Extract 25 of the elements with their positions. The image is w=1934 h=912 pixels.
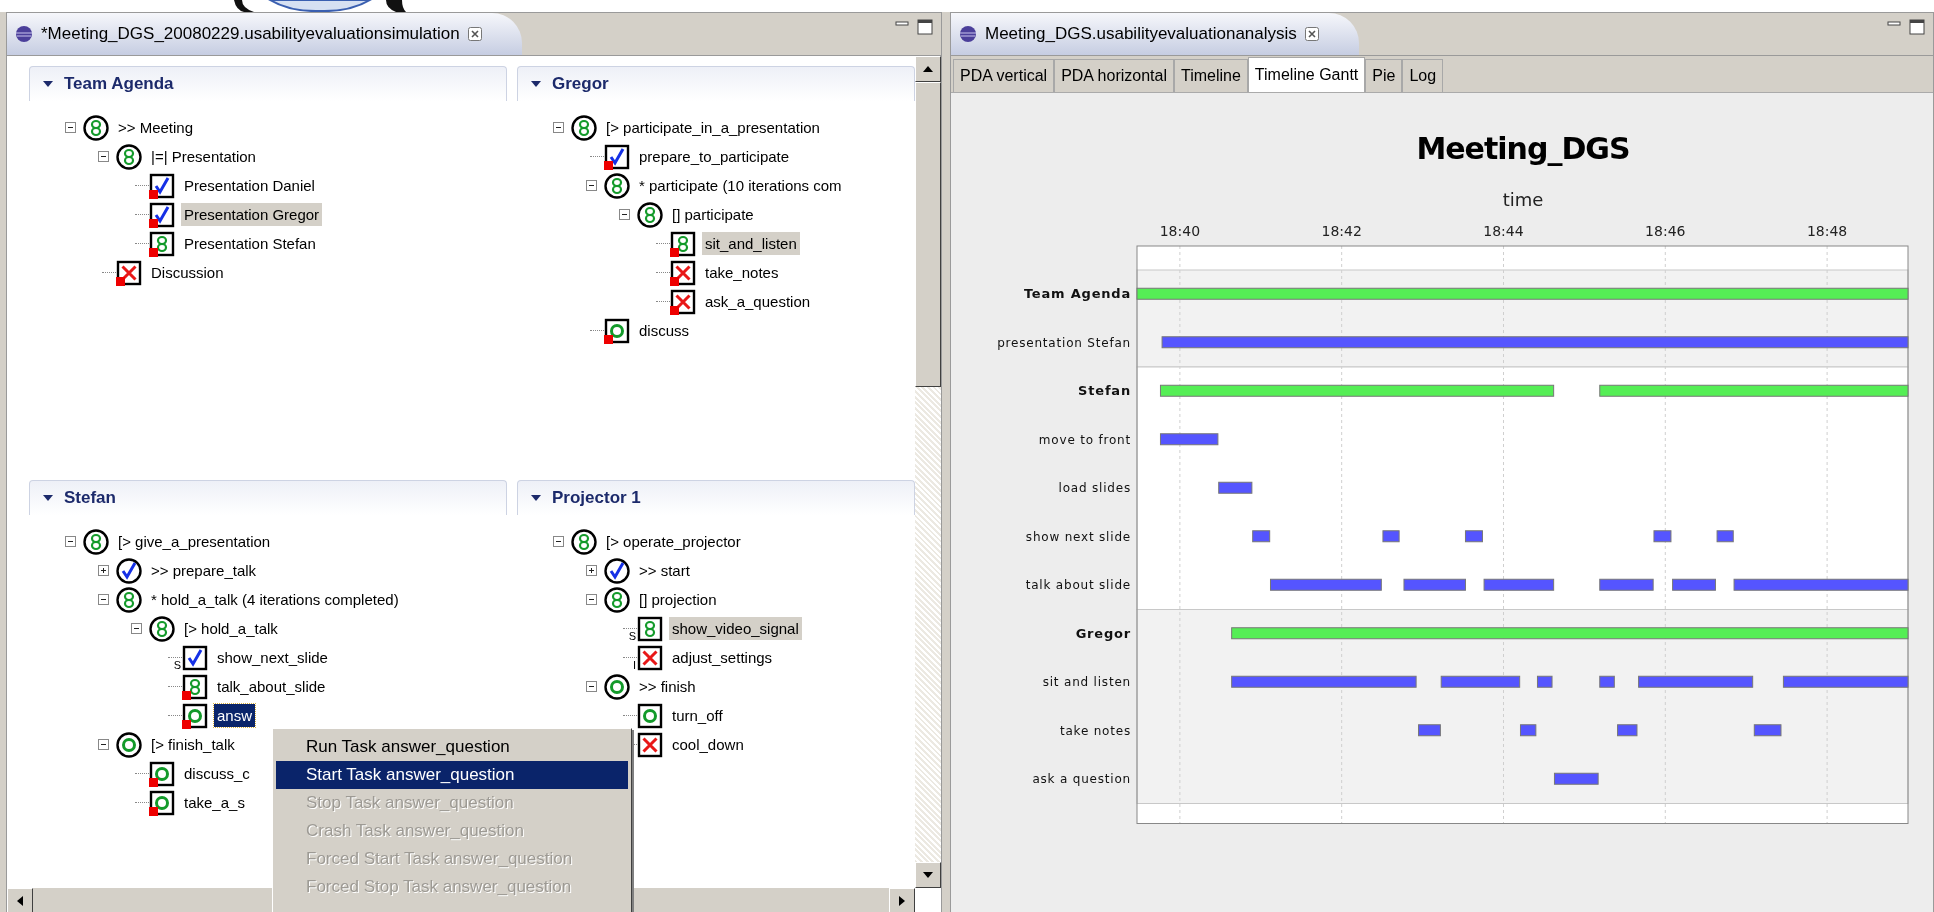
section-title: Projector 1 — [552, 488, 641, 508]
section-title: Stefan — [64, 488, 116, 508]
row-label: ask a question — [1032, 772, 1131, 787]
tick-label: 18:48 — [1806, 223, 1848, 239]
row-label: move to front — [1038, 432, 1131, 447]
row-label: take notes — [1059, 723, 1131, 738]
section-title: Gregor — [552, 74, 609, 94]
prefix-letter: S — [173, 658, 181, 671]
row-label: Gregor — [1075, 625, 1131, 641]
row-label: Team Agenda — [1023, 286, 1131, 302]
prefix-letter: S — [628, 629, 636, 642]
axis-title: time — [1502, 189, 1544, 210]
row-label: presentation Stefan — [997, 335, 1131, 350]
chart-title: Meeting_DGS — [1416, 131, 1630, 166]
section-title: Team Agenda — [64, 74, 174, 94]
row-label: talk about slide — [1025, 578, 1131, 593]
row-label: show next slide — [1025, 529, 1131, 544]
tick-label: 18:44 — [1483, 223, 1524, 239]
tick-label: 18:42 — [1321, 223, 1362, 239]
tick-label: 18:46 — [1645, 223, 1686, 239]
row-label: Stefan — [1078, 383, 1131, 399]
tick-label: 18:40 — [1159, 223, 1201, 239]
row-label: sit and listen — [1042, 675, 1131, 690]
row-label: load slides — [1058, 481, 1131, 496]
prefix-letter: I — [632, 658, 636, 671]
